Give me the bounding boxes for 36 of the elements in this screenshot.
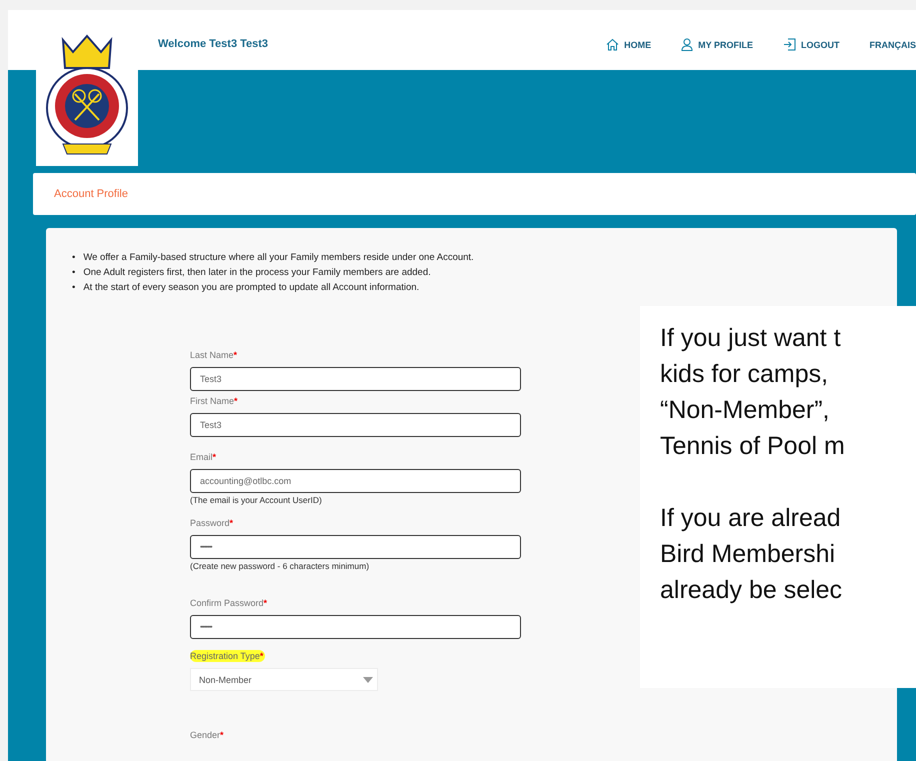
nav-link[interactable]: MY PROFILE: [681, 38, 753, 51]
callout-text-line: kids for camps,: [660, 359, 828, 390]
callout-text-line: Bird Membershi: [660, 539, 836, 570]
callout-text-line: Tennis of Pool m: [660, 431, 845, 462]
input-field[interactable]: accounting@otlbc.com: [190, 469, 521, 493]
field-label: First Name*: [190, 395, 239, 407]
field-label: Confirm Password*: [190, 597, 268, 609]
field-label: Registration Type*: [190, 650, 266, 662]
page-title: Account Profile: [54, 188, 128, 200]
home-icon: [606, 38, 620, 51]
field-label: Gender*: [190, 729, 225, 741]
callout-text-line: If you just want t: [660, 323, 841, 354]
dropdown-field[interactable]: Non-Member: [190, 668, 378, 691]
bullet-mark: •: [72, 251, 76, 265]
nav-link[interactable]: HOME: [606, 38, 652, 51]
field-label: Email*: [190, 451, 218, 463]
bullet-mark: •: [72, 281, 76, 295]
callout-text-line: already be selec: [660, 575, 842, 606]
intro-text: We offer a Family-based structure where all your Family members reside under one Account.: [83, 251, 474, 265]
logout-icon: [783, 38, 796, 51]
field-hint: (The email is your Account UserID): [190, 495, 323, 505]
nav-link[interactable]: FRANÇAIS: [870, 38, 916, 51]
field-hint: (Create new password - 6 characters minimum): [190, 561, 370, 571]
caret-icon: [363, 676, 373, 682]
user-icon: [681, 38, 694, 51]
welcome-text: Welcome Test3 Test3: [158, 38, 268, 50]
input-field[interactable]: Test3: [190, 367, 521, 391]
nav-link[interactable]: LOGOUT: [783, 38, 840, 51]
callout-text-line: “Non-Member”,: [660, 395, 830, 426]
input-field[interactable]: Test3: [190, 413, 521, 437]
intro-text: One Adult registers first, then later in the process your Family members are added.: [83, 266, 431, 280]
callout-text-line: If you are alread: [660, 503, 841, 534]
intro-text: At the start of every season you are prompted to update all Account information.: [83, 281, 420, 295]
field-label: Last Name*: [190, 349, 238, 361]
bullet-mark: •: [72, 266, 76, 280]
field-label: Password*: [190, 517, 234, 529]
